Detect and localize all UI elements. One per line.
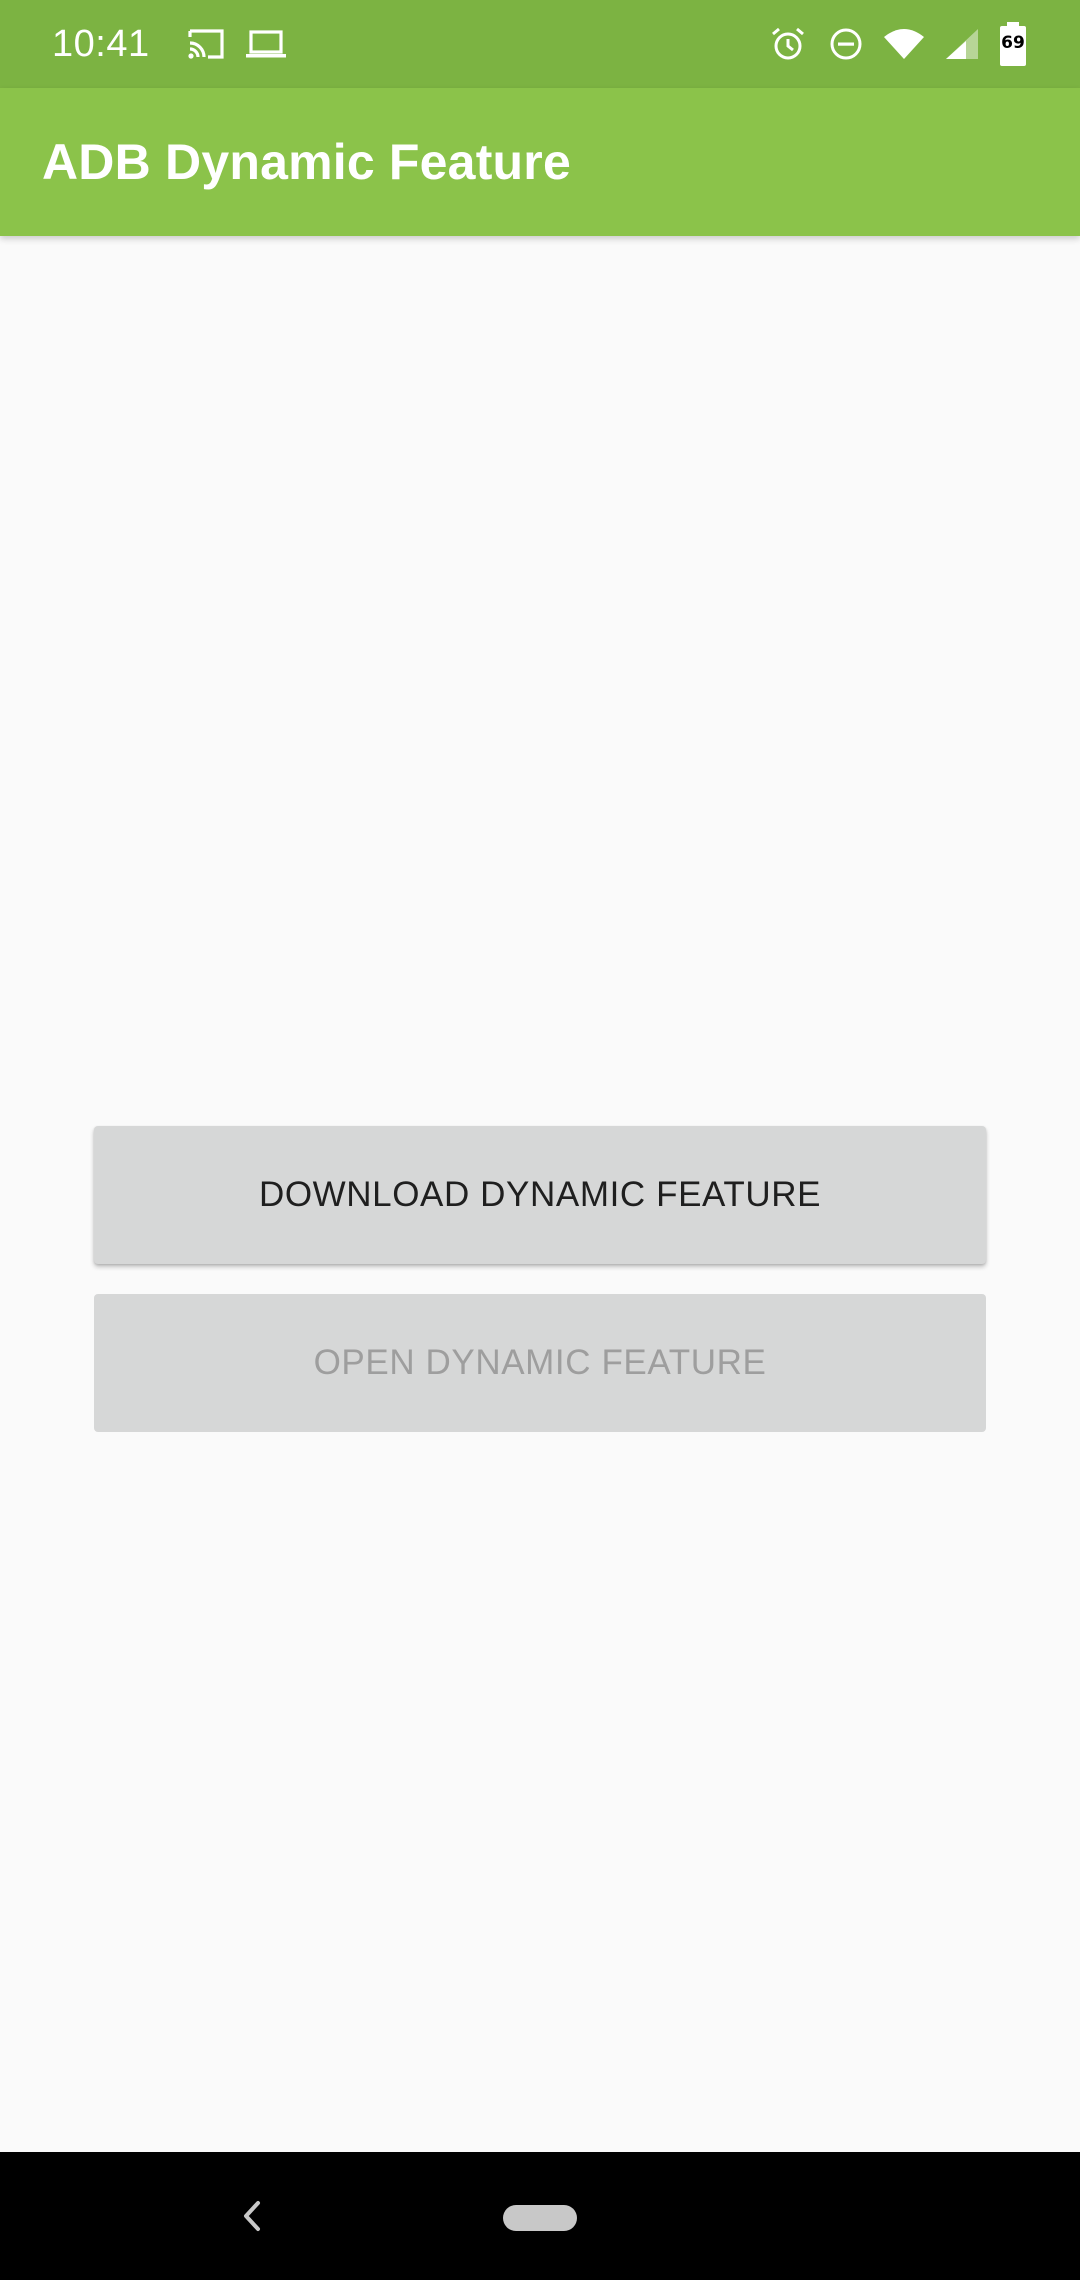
app-title: ADB Dynamic Feature (42, 134, 571, 190)
battery-level: 69 (1001, 33, 1025, 53)
back-icon[interactable] (222, 2186, 282, 2246)
open-dynamic-feature-button[interactable]: OPEN DYNAMIC FEATURE (94, 1294, 986, 1432)
laptop-icon (244, 22, 288, 66)
status-bar: 10:41 69 (0, 0, 1080, 88)
battery-icon: 69 (998, 21, 1028, 67)
alarm-icon (766, 22, 810, 66)
status-time: 10:41 (52, 22, 150, 65)
status-bar-left: 10:41 (52, 22, 304, 66)
status-bar-right: 69 (752, 21, 1028, 67)
do-not-disturb-icon (824, 22, 868, 66)
cast-icon (184, 22, 228, 66)
screen: 10:41 69 ADB Dynamic Feature DOWNLOAD DY… (0, 0, 1080, 2280)
home-pill-button[interactable] (503, 2205, 577, 2231)
cell-signal-icon (940, 22, 984, 66)
wifi-icon (882, 22, 926, 66)
download-dynamic-feature-button[interactable]: DOWNLOAD DYNAMIC FEATURE (94, 1126, 986, 1264)
app-bar: ADB Dynamic Feature (0, 88, 1080, 236)
navigation-bar (0, 2152, 1080, 2280)
